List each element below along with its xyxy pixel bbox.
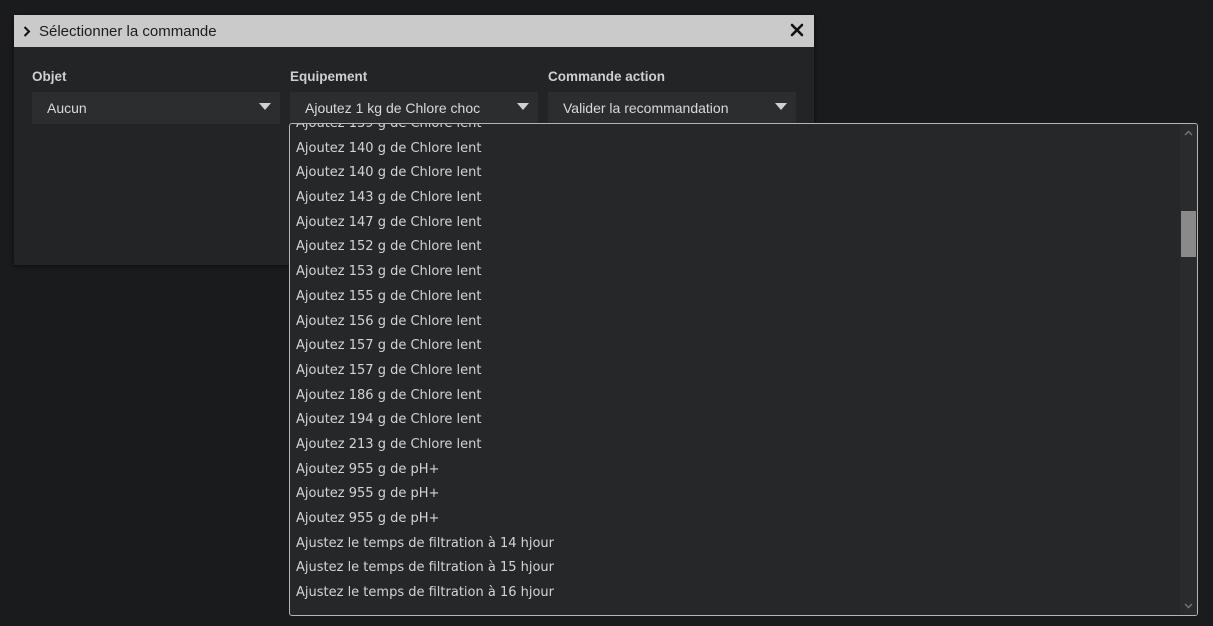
- dropdown-scrollbar[interactable]: [1180, 124, 1197, 615]
- dropdown-option[interactable]: Ajoutez 194 g de Chlore lent: [290, 408, 1180, 433]
- dropdown-option[interactable]: Ajustez le temps de filtration à 14 hjou…: [290, 532, 1180, 557]
- dropdown-option[interactable]: Ajoutez 147 g de Chlore lent: [290, 211, 1180, 236]
- dropdown-option[interactable]: Ajoutez 213 g de Chlore lent: [290, 433, 1180, 458]
- caret-down-icon: [259, 103, 271, 110]
- chevron-right-icon[interactable]: [23, 25, 33, 37]
- dropdown-options: Ajoutez 139 g de Chlore lent Ajoutez 140 …: [290, 124, 1180, 606]
- dropdown-option[interactable]: Ajoutez 139 g de Chlore lent: [290, 124, 1180, 137]
- equipement-dropdown-list[interactable]: Ajoutez 139 g de Chlore lent Ajoutez 140 …: [289, 123, 1198, 616]
- dropdown-option[interactable]: Ajoutez 153 g de Chlore lent: [290, 260, 1180, 285]
- dropdown-option[interactable]: Ajoutez 140 g de Chlore lent: [290, 161, 1180, 186]
- dialog-title: Sélectionner la commande: [39, 22, 217, 40]
- caret-down-icon: [517, 103, 529, 110]
- dropdown-option[interactable]: Ajoutez 955 g de pH+: [290, 458, 1180, 483]
- close-icon[interactable]: [790, 23, 804, 37]
- scroll-down-icon[interactable]: [1184, 603, 1193, 609]
- scrollbar-thumb[interactable]: [1181, 211, 1196, 257]
- dropdown-option[interactable]: Ajustez le temps de filtration à 15 hjou…: [290, 556, 1180, 581]
- dropdown-option[interactable]: Ajoutez 140 g de Chlore lent: [290, 137, 1180, 162]
- dropdown-option[interactable]: Ajoutez 152 g de Chlore lent: [290, 235, 1180, 260]
- dropdown-option[interactable]: Ajoutez 156 g de Chlore lent: [290, 310, 1180, 335]
- commande-action-select[interactable]: Valider la recommandation: [548, 92, 796, 124]
- dropdown-option[interactable]: Ajoutez 157 g de Chlore lent: [290, 359, 1180, 384]
- dialog-header: Sélectionner la commande: [14, 15, 814, 47]
- objet-select[interactable]: Aucun: [32, 92, 280, 124]
- objet-select-value: Aucun: [47, 100, 87, 116]
- commande-action-select-value: Valider la recommandation: [563, 100, 729, 116]
- dropdown-option[interactable]: Ajoutez 155 g de Chlore lent: [290, 285, 1180, 310]
- equipement-select-value: Ajoutez 1 kg de Chlore choc: [305, 100, 481, 116]
- equipement-label: Equipement: [290, 69, 368, 84]
- dropdown-option[interactable]: Ajoutez 143 g de Chlore lent: [290, 186, 1180, 211]
- objet-label: Objet: [32, 69, 67, 84]
- dropdown-option[interactable]: Ajoutez 955 g de pH+: [290, 507, 1180, 532]
- dropdown-option[interactable]: Ajoutez 157 g de Chlore lent: [290, 334, 1180, 359]
- commande-action-label: Commande action: [548, 69, 666, 84]
- dropdown-option[interactable]: Ajustez le temps de filtration à 16 hjou…: [290, 581, 1180, 606]
- dropdown-option[interactable]: Ajoutez 955 g de pH+: [290, 482, 1180, 507]
- caret-down-icon: [775, 103, 787, 110]
- scroll-up-icon[interactable]: [1184, 130, 1193, 136]
- dropdown-option[interactable]: Ajoutez 186 g de Chlore lent: [290, 384, 1180, 409]
- equipement-select[interactable]: Ajoutez 1 kg de Chlore choc: [290, 92, 538, 124]
